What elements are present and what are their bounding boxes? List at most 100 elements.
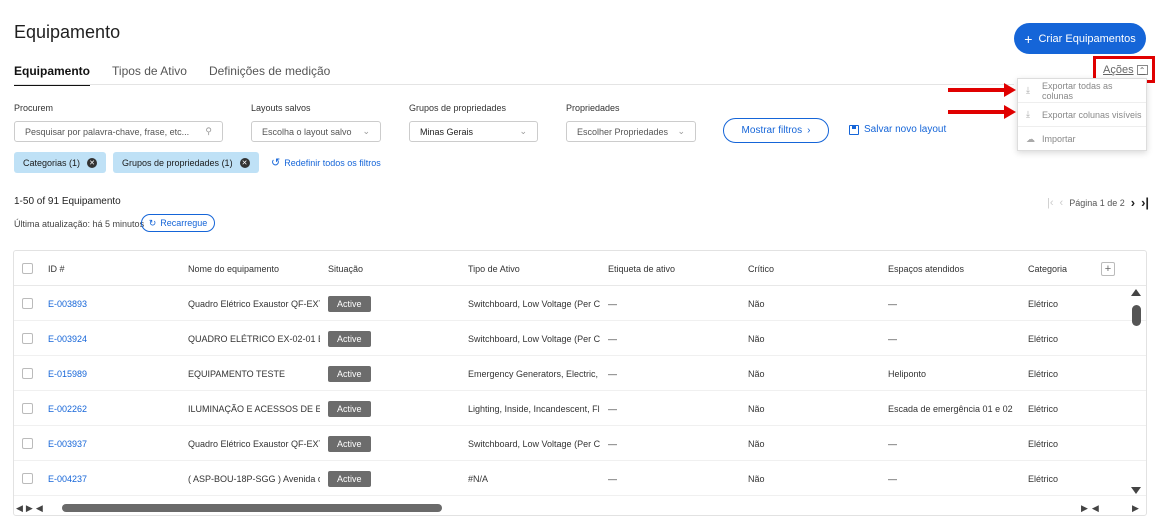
column-header-name[interactable]: Nome do equipamento — [188, 251, 279, 286]
column-header-id[interactable]: ID # — [48, 251, 65, 286]
annotation-arrow — [948, 83, 1016, 97]
cell-name: ( ASP-BOU-18P-SGG ) Avenida do... — [188, 473, 320, 484]
table-row[interactable]: E-015989 EQUIPAMENTO TESTE Active Emergency… — [14, 356, 1146, 391]
tab-equipamento[interactable]: Equipamento — [14, 64, 91, 86]
page-title: Equipamento — [14, 22, 121, 42]
save-layout-button[interactable]: Salvar novo layout — [849, 124, 946, 135]
horizontal-scrollbar[interactable] — [62, 504, 442, 512]
properties-select[interactable]: Escolher Propriedades ⌄ — [566, 121, 696, 142]
table-row[interactable]: E-003937 Quadro Elétrico Exaustor QF-EXT-… — [14, 426, 1146, 461]
reload-button[interactable]: ↻ Recarregue — [141, 214, 215, 232]
tab-tipos-de-ativo[interactable]: Tipos de Ativo — [112, 64, 187, 86]
select-all-checkbox[interactable] — [22, 263, 33, 274]
saved-layouts-select[interactable]: Escolha o layout salvo ⌄ — [251, 121, 381, 142]
cell-category: Elétrico — [1028, 298, 1059, 309]
show-filters-button[interactable]: Mostrar filtros › — [723, 118, 829, 143]
table-row[interactable]: E-004237 ( ASP-BOU-18P-SGG ) Avenida do..… — [14, 461, 1146, 496]
reset-filters-label: Redefinir todos os filtros — [284, 157, 381, 168]
row-checkbox[interactable] — [22, 333, 33, 344]
status-badge: Active — [328, 470, 371, 487]
create-equipment-label: Criar Equipamentos — [1038, 32, 1136, 45]
cell-asset-type: Switchboard, Low Voltage (Per C... — [468, 298, 600, 309]
chevron-down-icon: ⌄ — [677, 126, 685, 136]
column-header-spaces[interactable]: Espaços atendidos — [888, 251, 964, 286]
table-row[interactable]: E-002262 ILUMINAÇÃO E ACESSOS DE EM... Act… — [14, 391, 1146, 426]
cell-id[interactable]: E-003924 — [48, 334, 87, 344]
menu-item-export-all-columns[interactable]: ⤓ Exportar todas as colunas — [1018, 79, 1146, 103]
vertical-scrollbar[interactable] — [1132, 305, 1141, 326]
cell-id[interactable]: E-015989 — [48, 369, 87, 379]
download-icon: ⤓ — [1026, 85, 1030, 95]
cell-critical: Não — [748, 438, 765, 449]
tab-definicoes-de-medicao[interactable]: Definições de medição — [209, 64, 330, 86]
row-checkbox[interactable] — [22, 438, 33, 449]
cell-category: Elétrico — [1028, 333, 1059, 344]
cell-asset-tag: — — [608, 298, 617, 309]
cell-critical: Não — [748, 473, 765, 484]
cell-asset-tag: — — [608, 473, 617, 484]
upload-cloud-icon: ☁ — [1026, 133, 1035, 144]
chip-label: Categorias (1) — [23, 157, 81, 168]
column-header-category[interactable]: Categoria — [1028, 251, 1067, 286]
last-page-icon[interactable]: ›| — [1141, 195, 1149, 210]
menu-item-export-visible-columns[interactable]: ⤓ Exportar colunas visíveis — [1018, 103, 1146, 127]
column-header-asset-type[interactable]: Tipo de Ativo — [468, 251, 520, 286]
last-updated: Última atualização: há 5 minutos — [14, 219, 145, 229]
scroll-down-icon[interactable] — [1131, 487, 1141, 494]
properties-value: Escolher Propriedades — [577, 126, 669, 137]
scroll-left-icon[interactable]: ◀ — [16, 503, 23, 514]
reset-filters-link[interactable]: ↺ Redefinir todos os filtros — [271, 156, 381, 169]
scroll-left-icon[interactable]: ◀ — [36, 503, 43, 514]
scroll-left-icon[interactable]: ◀ — [1092, 503, 1099, 514]
reset-icon: ↺ — [271, 157, 281, 169]
column-header-critical[interactable]: Crítico — [748, 251, 774, 286]
filter-chip-property-groups[interactable]: Grupos de propriedades (1) ✕ — [113, 152, 259, 173]
cell-critical: Não — [748, 368, 765, 379]
table-row[interactable]: E-003924 QUADRO ELÉTRICO EX-02-01 BO... Ac… — [14, 321, 1146, 356]
menu-item-import[interactable]: ☁ Importar — [1018, 127, 1146, 151]
cell-spaces: Heliponto — [888, 368, 927, 379]
scroll-right-icon[interactable]: ▶ — [1081, 503, 1088, 514]
cell-id[interactable]: E-002262 — [48, 404, 87, 414]
row-checkbox[interactable] — [22, 473, 33, 484]
cell-id[interactable]: E-004237 — [48, 474, 87, 484]
filter-chip-categories[interactable]: Categorias (1) ✕ — [14, 152, 107, 173]
row-checkbox[interactable] — [22, 298, 33, 309]
row-checkbox[interactable] — [22, 368, 33, 379]
page-indicator: Página 1 de 2 — [1069, 197, 1125, 208]
actions-menu-button[interactable]: Ações ⌃ — [1103, 64, 1148, 76]
search-input[interactable]: Pesquisar por palavra-chave, frase, etc.… — [14, 121, 223, 142]
menu-item-label: Exportar colunas visíveis — [1042, 109, 1142, 120]
chevron-down-icon: ⌄ — [362, 126, 370, 136]
show-filters-label: Mostrar filtros — [741, 125, 803, 136]
first-page-icon[interactable]: |‹ — [1047, 197, 1054, 209]
cell-asset-type: #N/A — [468, 473, 489, 484]
scroll-right-icon[interactable]: ▶ — [26, 503, 33, 514]
cell-critical: Não — [748, 333, 765, 344]
cell-category: Elétrico — [1028, 368, 1059, 379]
create-equipment-button[interactable]: + Criar Equipamentos — [1014, 23, 1146, 54]
column-header-status[interactable]: Situação — [328, 251, 363, 286]
pagination: |‹ ‹ Página 1 de 2 › ›| — [1047, 195, 1149, 210]
cell-asset-tag: — — [608, 403, 617, 414]
cell-name: EQUIPAMENTO TESTE — [188, 368, 286, 379]
column-header-asset-tag[interactable]: Etiqueta de ativo — [608, 251, 675, 286]
cell-name: Quadro Elétrico Exaustor QF-EXT-... — [188, 298, 320, 309]
next-page-icon[interactable]: › — [1131, 195, 1135, 210]
cell-id[interactable]: E-003937 — [48, 439, 87, 449]
scroll-up-icon[interactable] — [1131, 289, 1141, 296]
scroll-right-icon[interactable]: ▶ — [1132, 503, 1139, 514]
add-column-icon[interactable]: + — [1101, 261, 1115, 276]
close-icon[interactable]: ✕ — [239, 157, 250, 168]
save-icon — [849, 124, 859, 135]
cell-category: Elétrico — [1028, 403, 1059, 414]
prev-page-icon[interactable]: ‹ — [1060, 197, 1064, 209]
property-groups-select[interactable]: Minas Gerais ⌄ — [409, 121, 538, 142]
table-row[interactable]: E-003893 Quadro Elétrico Exaustor QF-EXT-… — [14, 286, 1146, 321]
close-icon[interactable]: ✕ — [87, 157, 98, 168]
cell-id[interactable]: E-003893 — [48, 299, 87, 309]
property-groups-label: Grupos de propriedades — [409, 103, 507, 113]
cell-spaces: — — [888, 333, 897, 344]
row-checkbox[interactable] — [22, 403, 33, 414]
cell-spaces: — — [888, 298, 897, 309]
